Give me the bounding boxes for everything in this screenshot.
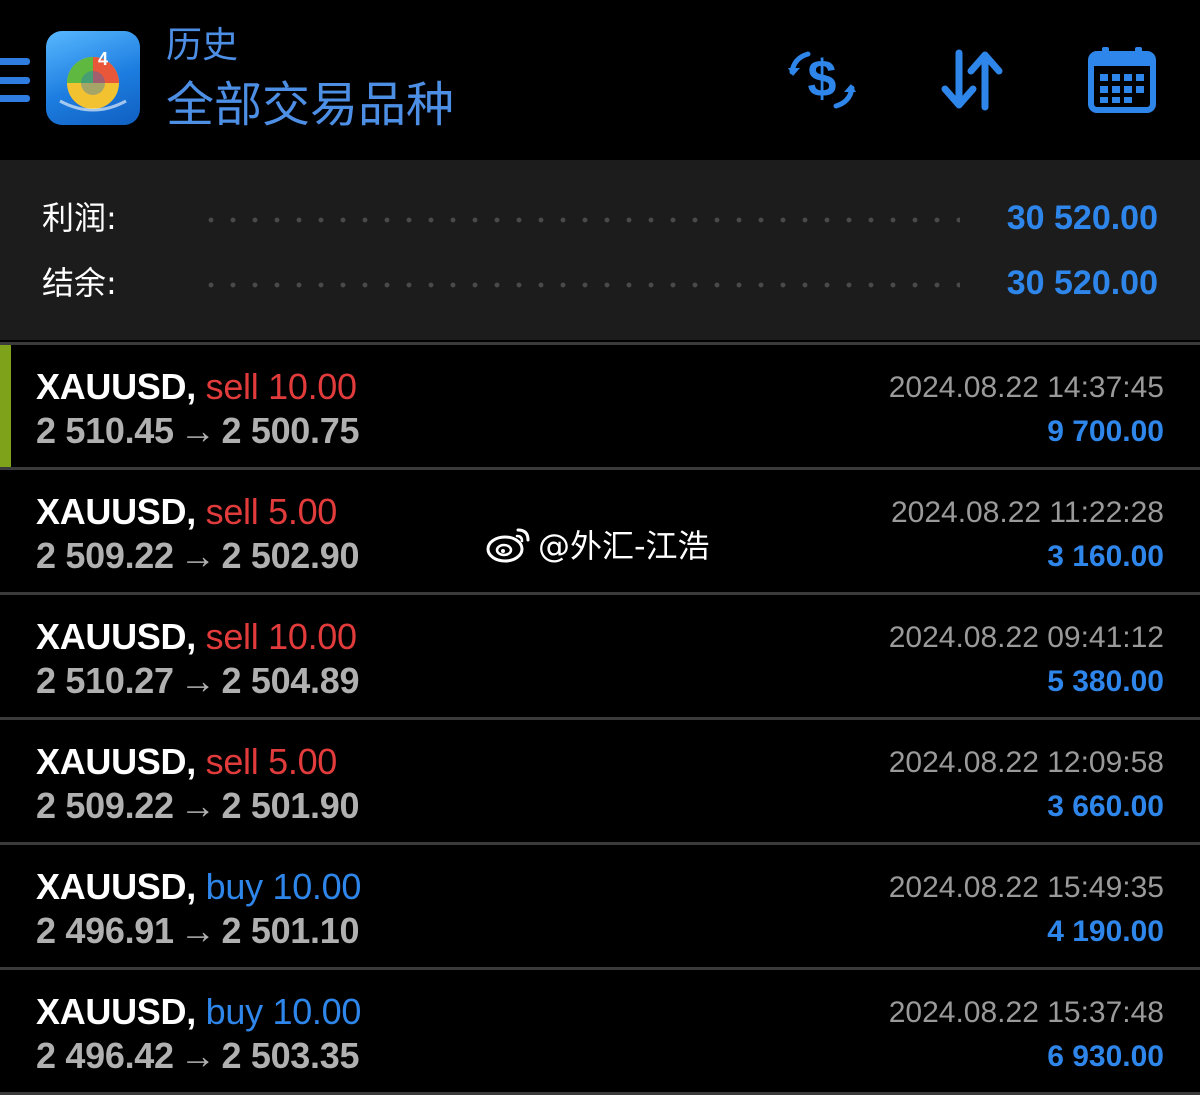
close-price: 2 501.10 xyxy=(221,910,360,951)
deal-type: sell xyxy=(205,366,259,407)
calendar-button[interactable] xyxy=(1082,40,1162,120)
header-subtitle: 历史 xyxy=(166,25,239,66)
deal-symbol: XAUUSD, xyxy=(36,991,196,1032)
open-price: 2 509.22 xyxy=(36,785,174,826)
balance-row: 结余: 30 520.00 xyxy=(0,258,1200,308)
deal-type: sell xyxy=(205,491,259,532)
deal-volume: 10.00 xyxy=(268,616,357,657)
deal-type: sell xyxy=(205,741,259,782)
balance-label: 结余: xyxy=(42,264,117,302)
arrow-right-icon: → xyxy=(179,660,216,701)
open-price: 2 509.22 xyxy=(36,535,174,576)
header-title[interactable]: 全部交易品种 xyxy=(166,76,454,134)
deals-list: XAUUSD, sell 10.00 2 510.45 → 2 500.75 202… xyxy=(0,342,1200,1095)
dotted-leader xyxy=(200,217,960,223)
deal-type: sell xyxy=(205,616,259,657)
balance-value: 30 520.00 xyxy=(1006,264,1158,302)
deal-profit: 4 190.00 xyxy=(1047,915,1164,948)
deal-symbol: XAUUSD, xyxy=(36,866,196,907)
deal-header: XAUUSD, buy 10.00 xyxy=(36,990,361,1034)
profit-label: 利润: xyxy=(42,199,117,237)
deal-profit: 3 160.00 xyxy=(1047,540,1164,573)
deal-profit: 5 380.00 xyxy=(1047,665,1164,698)
watermark: @外汇-江浩 xyxy=(486,522,710,566)
arrow-right-icon: → xyxy=(179,535,216,576)
deal-volume: 10.00 xyxy=(268,366,357,407)
svg-text:$: $ xyxy=(808,50,837,108)
svg-text:4: 4 xyxy=(98,49,108,69)
metatrader-logo: 4 xyxy=(46,31,140,125)
open-price: 2 496.42 xyxy=(36,1035,174,1076)
currency-exchange-button[interactable]: $ xyxy=(782,40,862,120)
arrow-right-icon: → xyxy=(179,1035,216,1076)
deal-symbol: XAUUSD, xyxy=(36,741,196,782)
deal-header: XAUUSD, sell 10.00 xyxy=(36,365,357,409)
deal-time: 2024.08.22 14:37:45 xyxy=(888,371,1164,404)
weibo-icon xyxy=(486,528,530,563)
sort-button[interactable] xyxy=(932,40,1012,120)
deal-row[interactable]: XAUUSD, sell 10.00 2 510.27 → 2 504.89 202… xyxy=(0,595,1200,720)
deal-profit: 9 700.00 xyxy=(1047,415,1164,448)
deal-prices: 2 509.22 → 2 502.90 xyxy=(36,534,359,578)
profit-row: 利润: 30 520.00 xyxy=(0,193,1200,243)
deal-header: XAUUSD, sell 5.00 xyxy=(36,740,337,784)
deal-type: buy xyxy=(205,866,263,907)
close-price: 2 504.89 xyxy=(221,660,360,701)
arrow-right-icon: → xyxy=(179,910,216,951)
deal-row[interactable]: XAUUSD, buy 10.00 2 496.91 → 2 501.10 2024… xyxy=(0,845,1200,970)
deal-prices: 2 496.91 → 2 501.10 xyxy=(36,909,359,953)
deal-symbol: XAUUSD, xyxy=(36,616,196,657)
deal-profit: 3 660.00 xyxy=(1047,790,1164,823)
arrow-right-icon: → xyxy=(179,410,216,451)
deal-time: 2024.08.22 15:37:48 xyxy=(888,996,1164,1029)
close-price: 2 500.75 xyxy=(221,410,360,451)
close-price: 2 503.35 xyxy=(221,1035,360,1076)
deal-header: XAUUSD, buy 10.00 xyxy=(36,865,361,909)
app-header: 4 历史 全部交易品种 $ xyxy=(0,0,1200,160)
deal-volume: 5.00 xyxy=(268,491,338,532)
deal-row[interactable]: XAUUSD, sell 10.00 2 510.45 → 2 500.75 202… xyxy=(0,342,1200,470)
deal-volume: 5.00 xyxy=(268,741,338,782)
deal-prices: 2 510.45 → 2 500.75 xyxy=(36,409,359,453)
open-price: 2 510.27 xyxy=(36,660,174,701)
deal-prices: 2 496.42 → 2 503.35 xyxy=(36,1034,359,1078)
deal-time: 2024.08.22 11:22:28 xyxy=(890,496,1164,529)
deal-prices: 2 509.22 → 2 501.90 xyxy=(36,784,359,828)
sort-arrows-icon xyxy=(941,49,1003,111)
deal-time: 2024.08.22 15:49:35 xyxy=(888,871,1164,904)
deal-time: 2024.08.22 09:41:12 xyxy=(888,621,1164,654)
watermark-text: @外汇-江浩 xyxy=(538,527,710,565)
dotted-leader xyxy=(200,282,960,288)
profit-value: 30 520.00 xyxy=(1006,199,1158,237)
close-price: 2 502.90 xyxy=(221,535,360,576)
deal-time: 2024.08.22 12:09:58 xyxy=(888,746,1164,779)
deal-type: buy xyxy=(205,991,263,1032)
hamburger-menu-icon[interactable] xyxy=(0,58,30,102)
open-price: 2 496.91 xyxy=(36,910,174,951)
calendar-icon xyxy=(1088,47,1156,113)
deal-profit: 6 930.00 xyxy=(1047,1040,1164,1073)
deal-header: XAUUSD, sell 10.00 xyxy=(36,615,357,659)
deal-volume: 10.00 xyxy=(272,866,362,907)
deal-symbol: XAUUSD, xyxy=(36,491,196,532)
currency-exchange-icon: $ xyxy=(788,50,856,109)
close-price: 2 501.90 xyxy=(221,785,360,826)
deal-row[interactable]: XAUUSD, sell 5.00 2 509.22 → 2 501.90 2024… xyxy=(0,720,1200,845)
arrow-right-icon: → xyxy=(179,785,216,826)
account-summary: 利润: 30 520.00 结余: 30 520.00 xyxy=(0,160,1200,340)
deal-prices: 2 510.27 → 2 504.89 xyxy=(36,659,359,703)
open-price: 2 510.45 xyxy=(36,410,174,451)
deal-volume: 10.00 xyxy=(272,991,362,1032)
deal-row[interactable]: XAUUSD, buy 10.00 2 496.42 → 2 503.35 2024… xyxy=(0,970,1200,1095)
selected-indicator xyxy=(0,345,11,467)
deal-symbol: XAUUSD, xyxy=(36,366,196,407)
deal-header: XAUUSD, sell 5.00 xyxy=(36,490,337,534)
